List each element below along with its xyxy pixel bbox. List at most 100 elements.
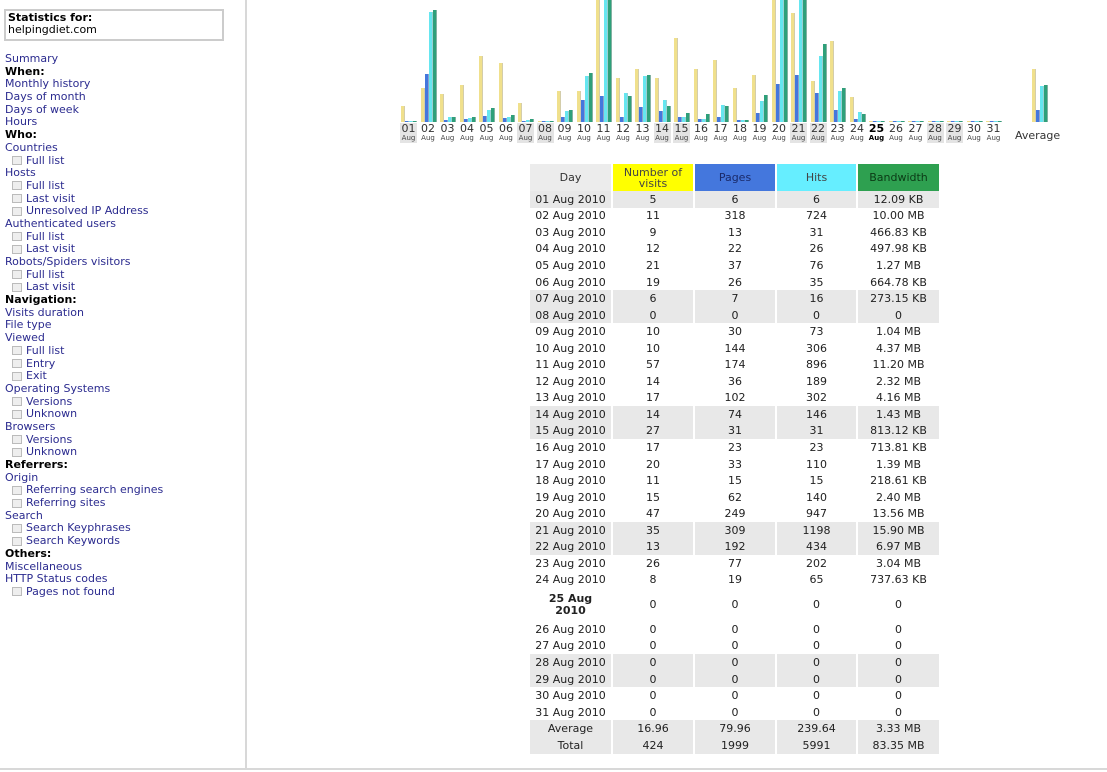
day-label: 29 Aug <box>946 123 963 143</box>
subitem-icon <box>12 447 22 457</box>
day-cell: 07 Aug 2010 <box>530 290 611 307</box>
table-row: 27 Aug 2010 0 0 0 0 <box>530 638 939 655</box>
subitem-icon <box>12 397 22 407</box>
menu-subitem[interactable]: Pages not found <box>5 585 163 599</box>
day-cell: Total <box>530 736 611 754</box>
table-row: 25 Aug 2010 0 0 0 0 <box>530 588 939 621</box>
menu-label: Visits duration <box>5 305 84 319</box>
bandwidth-bar <box>491 107 495 122</box>
pages-cell: 15 <box>728 474 742 488</box>
bandwidth-bar <box>705 114 710 122</box>
day-cell: 02 Aug 2010 <box>535 209 606 223</box>
pages-cell: 0 <box>695 654 775 671</box>
bandwidth-bar <box>822 43 827 122</box>
pages-cell: 0 <box>731 598 739 612</box>
pages-cell: 77 <box>728 556 742 570</box>
visits-cell: 20 <box>646 457 660 471</box>
day-label: 09 Aug <box>556 123 573 143</box>
subitem-icon <box>12 587 22 597</box>
hits-cell: 0 <box>813 639 820 653</box>
month-label: Aug <box>811 134 825 142</box>
subitem-icon <box>12 181 22 191</box>
day-number: 31 <box>986 122 1001 135</box>
visits-bar <box>401 106 405 122</box>
table-row: 13 Aug 2010 17 102 302 4.16 MB <box>530 390 939 407</box>
bandwidth-cell: 4.37 MB <box>875 341 922 355</box>
menu-label: Origin <box>5 470 39 484</box>
visits-cell: 17 <box>646 440 660 454</box>
day-number: 22 <box>811 122 825 135</box>
hits-cell: 896 <box>806 358 827 372</box>
day-label: 06 Aug <box>498 123 515 143</box>
day-label: 31 Aug <box>985 123 1002 143</box>
day-number: 24 <box>850 122 864 135</box>
month-label: Aug <box>421 134 435 142</box>
day-label: 30 Aug <box>966 123 983 143</box>
day-number: 18 <box>733 122 747 135</box>
bandwidth-bar <box>510 114 515 122</box>
menu-label: Operating Systems <box>5 381 111 395</box>
menu-label: Full list <box>26 229 65 243</box>
visits-bar <box>615 78 620 122</box>
visits-cell: 6 <box>613 290 693 307</box>
day-cell: 22 Aug 2010 <box>530 538 611 556</box>
month-label: Aug <box>986 134 1001 142</box>
bandwidth-bar <box>666 105 671 122</box>
bandwidth-bar <box>647 75 651 122</box>
visits-bar <box>479 56 483 122</box>
table-row: 30 Aug 2010 0 0 0 0 <box>530 687 939 704</box>
menu-label: Versions <box>26 394 73 408</box>
day-number: 23 <box>830 122 845 135</box>
visits-cell: 11 <box>646 474 660 488</box>
pages-cell: 192 <box>695 538 775 556</box>
day-label: 28 Aug <box>926 123 944 143</box>
day-cell: 31 Aug 2010 <box>535 705 606 719</box>
day-cell: Average <box>530 720 611 737</box>
day-cell: 13 Aug 2010 <box>535 391 606 405</box>
visits-cell: 35 <box>613 521 693 539</box>
bandwidth-cell: 0 <box>895 705 902 719</box>
subitem-icon <box>12 523 22 533</box>
hits-cell: 110 <box>806 457 827 471</box>
visits-cell: 10 <box>646 341 660 355</box>
subitem-icon <box>12 536 22 546</box>
month-label: Aug <box>440 134 455 142</box>
table-row: 12 Aug 2010 14 36 189 2.32 MB <box>530 373 939 390</box>
month-label: Aug <box>928 134 942 142</box>
menu-label: Search Keyphrases <box>26 521 131 535</box>
bandwidth-cell: 0 <box>895 622 902 636</box>
menu-label: Full list <box>26 153 65 167</box>
visits-bar <box>498 62 503 122</box>
table-row: 19 Aug 2010 15 62 140 2.40 MB <box>530 489 939 506</box>
visits-bar <box>518 103 522 122</box>
bandwidth-bar <box>432 10 437 122</box>
menu-label: Last visit <box>26 280 76 294</box>
menu-label: Search <box>5 508 43 522</box>
day-header: Day <box>530 164 611 191</box>
bandwidth-cell: 497.98 KB <box>870 242 927 256</box>
day-cell: 17 Aug 2010 <box>535 457 606 471</box>
visits-cell: 0 <box>613 670 693 688</box>
subitem-icon <box>12 409 22 419</box>
day-cell: 08 Aug 2010 <box>530 306 611 324</box>
month-label: Aug <box>733 134 747 142</box>
month-label: Aug <box>557 134 572 142</box>
bandwidth-cell: 0 <box>895 598 902 612</box>
bandwidth-cell: 1.39 MB <box>875 457 922 471</box>
subitem-icon <box>12 156 22 165</box>
day-number: 09 <box>557 122 572 135</box>
bandwidth-cell: 218.61 KB <box>870 474 927 488</box>
menu-label: Summary <box>5 52 59 65</box>
bandwidth-bar <box>1044 84 1048 122</box>
bandwidth-cell: 1.27 MB <box>875 258 922 272</box>
month-label: Aug <box>577 134 591 142</box>
day-cell: 16 Aug 2010 <box>535 440 606 454</box>
day-label: 01 Aug <box>400 123 417 143</box>
visits-header: Number of visits <box>613 164 693 191</box>
day-cell: 10 Aug 2010 <box>535 341 606 355</box>
table-row: 11 Aug 2010 57 174 896 11.20 MB <box>530 356 939 373</box>
hits-cell: 76 <box>809 258 824 272</box>
hits-cell: 26 <box>809 242 824 256</box>
bandwidth-cell: 83.35 MB <box>858 736 939 754</box>
day-number: 26 <box>889 122 903 135</box>
